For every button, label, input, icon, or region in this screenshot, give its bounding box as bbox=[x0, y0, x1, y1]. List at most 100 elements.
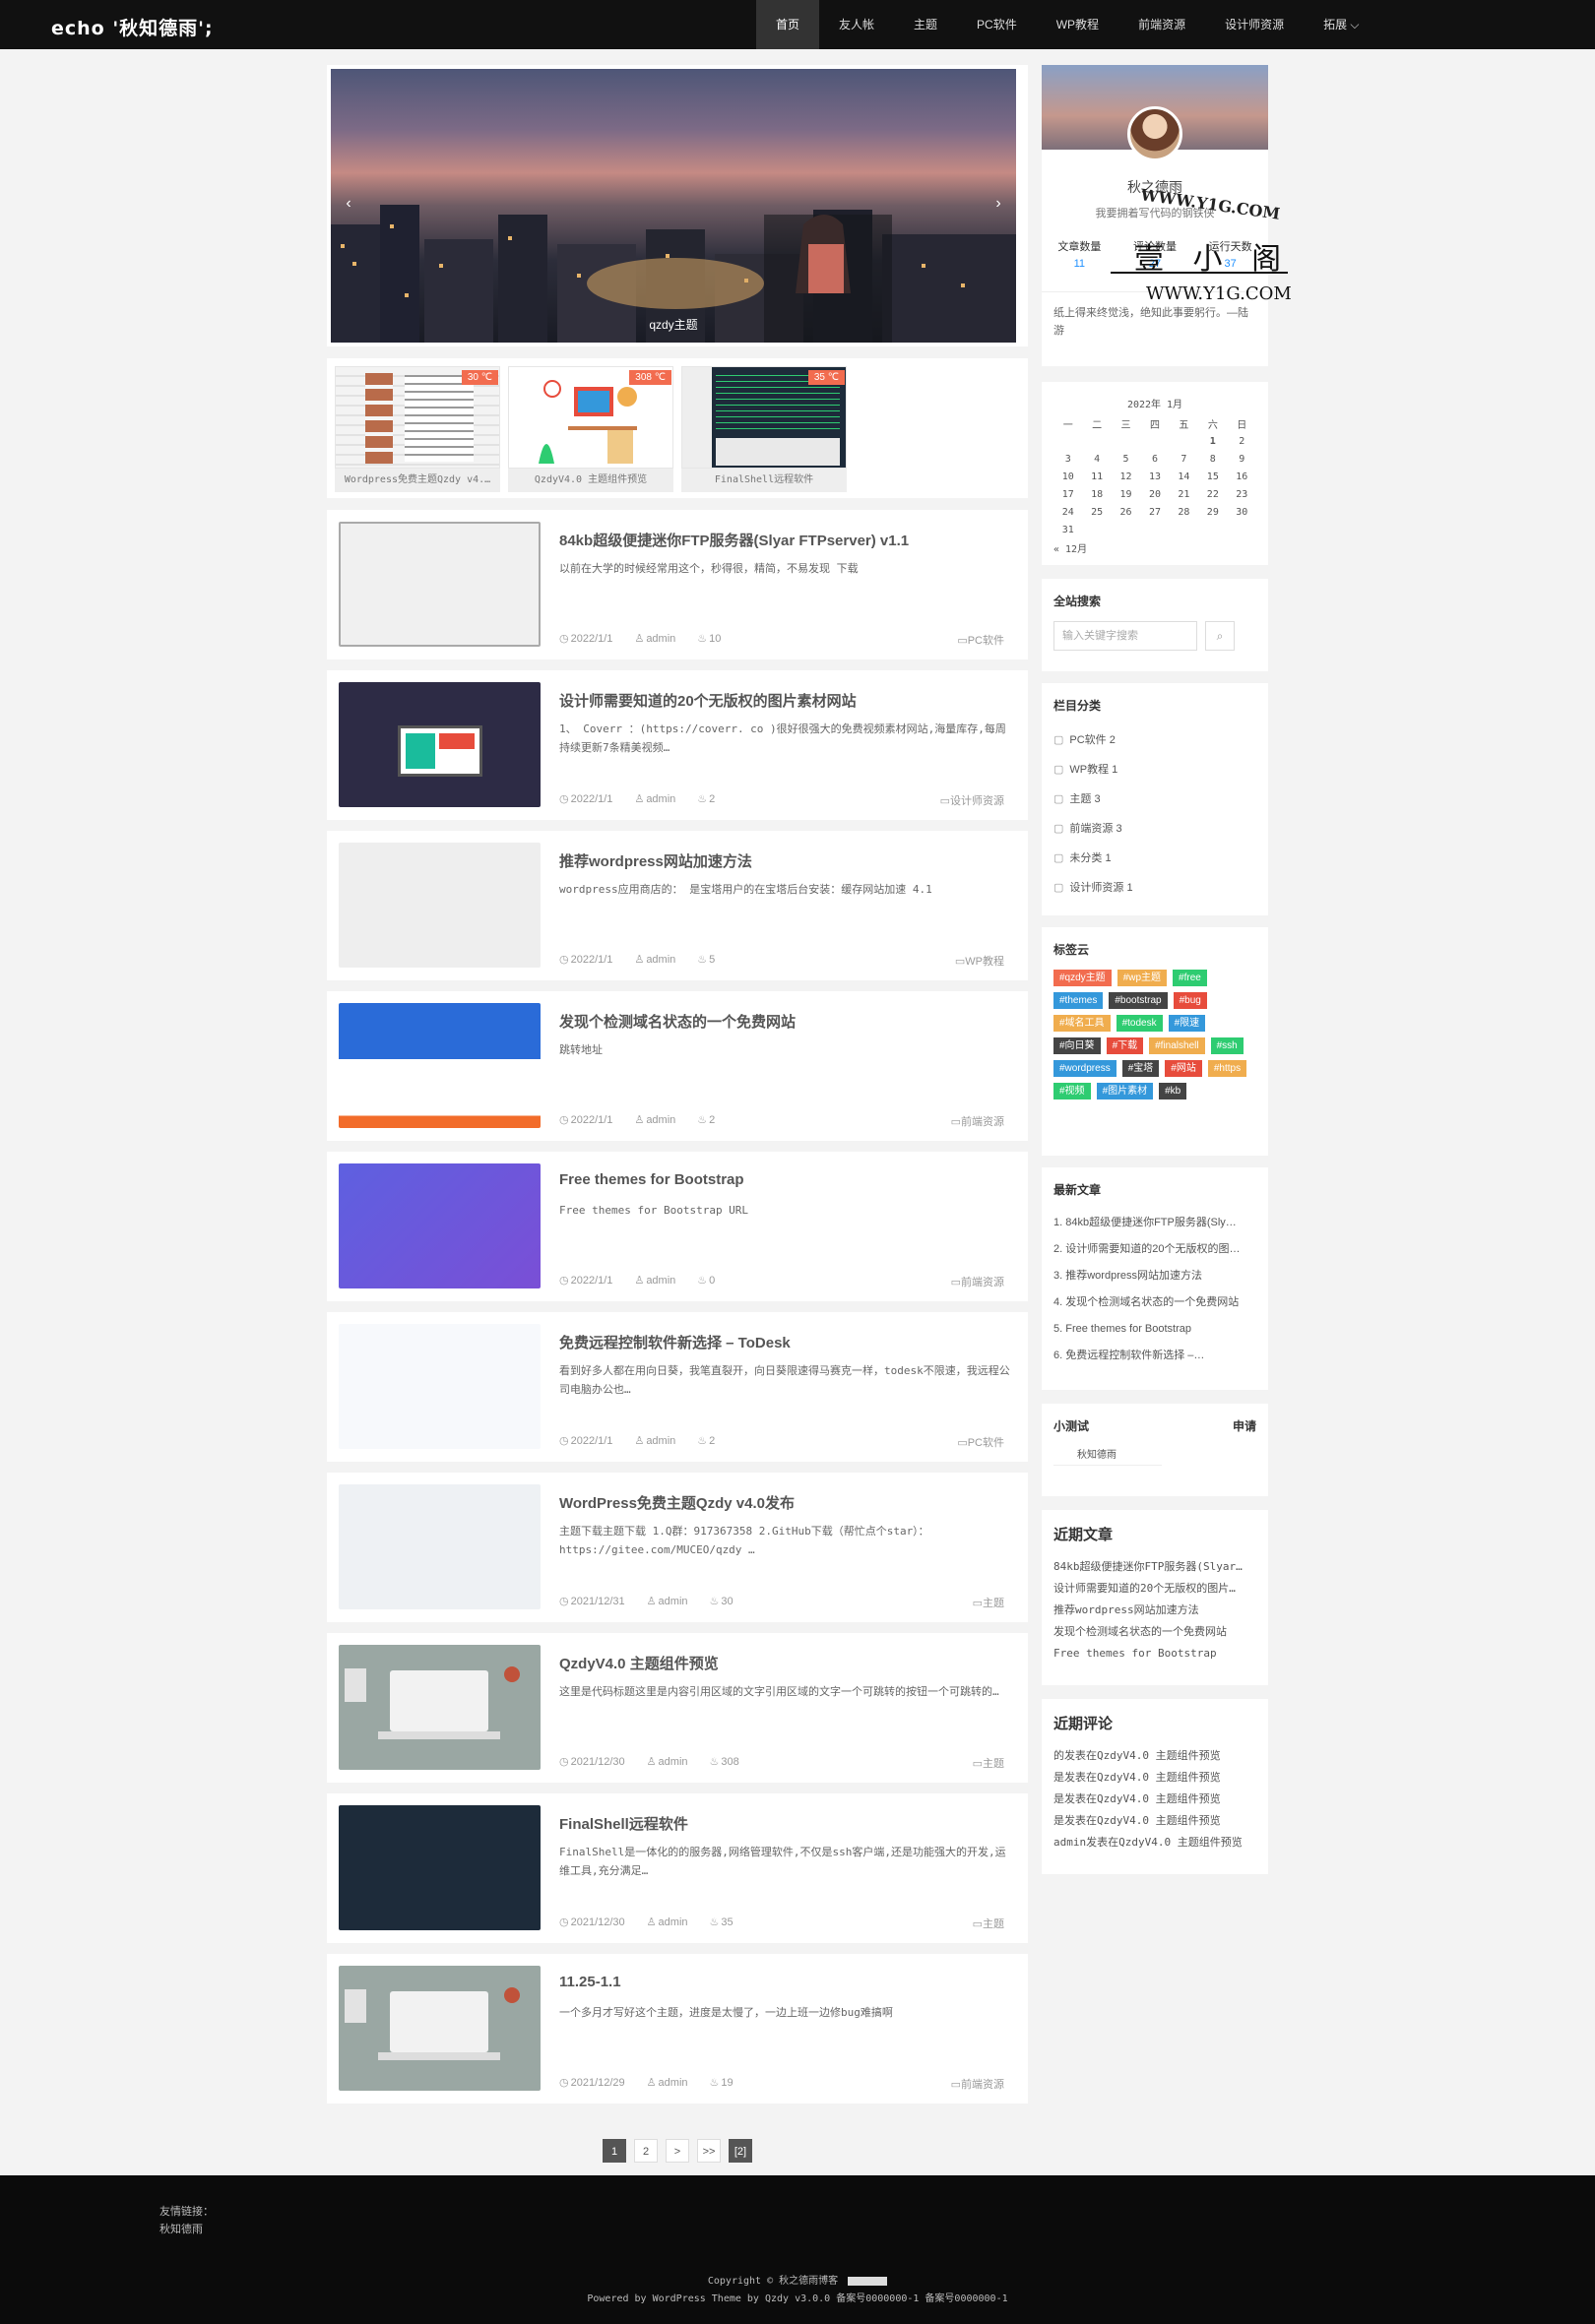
recent-comment-item[interactable]: admin发表在QzdyV4.0 主题组件预览 bbox=[1053, 1832, 1256, 1853]
post-card[interactable]: FinalShell远程软件 FinalShell是一体化的的服务器,网络管理软件… bbox=[327, 1793, 1028, 1943]
tag-chip[interactable]: #下载 bbox=[1106, 1037, 1144, 1054]
friend-link[interactable]: 秋知德雨 bbox=[160, 2221, 203, 2236]
post-title[interactable]: 免费远程控制软件新选择 – ToDesk bbox=[559, 1332, 1012, 1352]
recent-comment-item[interactable]: 是发表在QzdyV4.0 主题组件预览 bbox=[1053, 1810, 1256, 1832]
post-card[interactable]: QzdyV4.0 主题组件预览 这里是代码标题这里是内容引用区域的文字引用区域的文… bbox=[327, 1633, 1028, 1783]
recent-comment-item[interactable]: 是发表在QzdyV4.0 主题组件预览 bbox=[1053, 1789, 1256, 1810]
post-category[interactable]: ▭设计师资源 bbox=[940, 792, 1004, 808]
category-item[interactable]: ▢ PC软件 2 bbox=[1053, 725, 1256, 755]
post-title[interactable]: 推荐wordpress网站加速方法 bbox=[559, 850, 1012, 871]
latest-item[interactable]: 4. 发现个检测域名状态的一个免费网站 bbox=[1053, 1289, 1256, 1316]
nav-item-themes[interactable]: 主题 bbox=[894, 0, 957, 49]
post-card[interactable]: 免费远程控制软件新选择 – ToDesk 看到好多人都在用向日葵，我笔直裂开，向日… bbox=[327, 1312, 1028, 1462]
calendar-day[interactable]: 1 bbox=[1198, 432, 1227, 450]
post-title[interactable]: WordPress免费主题Qzdy v4.0发布 bbox=[559, 1492, 1012, 1513]
nav-item-friends[interactable]: 友人帐 bbox=[819, 0, 894, 49]
tag-chip[interactable]: #宝塔 bbox=[1121, 1060, 1160, 1077]
tag-chip[interactable]: #向日葵 bbox=[1053, 1037, 1101, 1054]
post-author[interactable]: admin bbox=[659, 1756, 688, 1768]
post-author[interactable]: admin bbox=[659, 2077, 688, 2089]
post-author[interactable]: admin bbox=[646, 633, 675, 645]
post-title[interactable]: QzdyV4.0 主题组件预览 bbox=[559, 1653, 1012, 1673]
page-1-button[interactable]: 1 bbox=[603, 2139, 626, 2163]
category-label[interactable]: 主题 3 bbox=[1069, 793, 1100, 805]
tag-chip[interactable]: #视频 bbox=[1053, 1083, 1091, 1099]
post-category-label[interactable]: PC软件 bbox=[968, 1437, 1004, 1449]
category-label[interactable]: PC软件 2 bbox=[1069, 734, 1115, 746]
post-category[interactable]: ▭前端资源 bbox=[951, 1274, 1004, 1289]
tag-chip[interactable]: #qzdy主题 bbox=[1053, 970, 1112, 986]
tag-chip[interactable]: #kb bbox=[1159, 1083, 1187, 1099]
post-thumbnail[interactable] bbox=[339, 522, 541, 647]
hero-slider[interactable]: ‹ › qzdy主题 bbox=[327, 65, 1028, 346]
post-category-label[interactable]: 前端资源 bbox=[961, 1116, 1004, 1128]
tag-chip[interactable]: #网站 bbox=[1165, 1060, 1202, 1077]
recent-post-item[interactable]: Free themes for Bootstrap bbox=[1053, 1643, 1256, 1664]
tag-chip[interactable]: #限速 bbox=[1168, 1015, 1206, 1032]
cnzz-badge[interactable] bbox=[848, 2276, 888, 2286]
post-category-label[interactable]: 主题 bbox=[983, 1918, 1004, 1930]
latest-item[interactable]: 2. 设计师需要知道的20个无版权的图… bbox=[1053, 1236, 1256, 1263]
slider-prev-button[interactable]: ‹ bbox=[337, 189, 360, 219]
post-category[interactable]: ▭PC软件 bbox=[957, 1434, 1004, 1450]
page-2-button[interactable]: 2 bbox=[634, 2139, 658, 2163]
post-category-label[interactable]: 前端资源 bbox=[961, 1277, 1004, 1288]
category-label[interactable]: 设计师资源 1 bbox=[1069, 882, 1132, 894]
category-item[interactable]: ▢ 前端资源 3 bbox=[1053, 814, 1256, 844]
recent-post-item[interactable]: 84kb超级便捷迷你FTP服务器(Slyar… bbox=[1053, 1556, 1256, 1578]
recent-comment-item[interactable]: 的发表在QzdyV4.0 主题组件预览 bbox=[1053, 1745, 1256, 1767]
post-category-label[interactable]: 主题 bbox=[983, 1598, 1004, 1609]
post-thumbnail[interactable] bbox=[339, 1484, 541, 1609]
recent-post-item[interactable]: 推荐wordpress网站加速方法 bbox=[1053, 1600, 1256, 1621]
tag-chip[interactable]: #free bbox=[1173, 970, 1207, 986]
post-thumbnail[interactable] bbox=[339, 1645, 541, 1770]
tag-chip[interactable]: #bootstrap bbox=[1109, 992, 1168, 1009]
slide-image[interactable]: ‹ › qzdy主题 bbox=[331, 69, 1016, 343]
site-logo[interactable]: echo '秋知德雨'; bbox=[51, 14, 214, 40]
post-title[interactable]: 发现个检测域名状态的一个免费网站 bbox=[559, 1011, 1012, 1032]
post-category-label[interactable]: 设计师资源 bbox=[950, 795, 1004, 807]
nav-item-home[interactable]: 首页 bbox=[756, 0, 820, 49]
post-card[interactable]: Free themes for Bootstrap Free themes for… bbox=[327, 1152, 1028, 1301]
search-button[interactable]: ⌕ bbox=[1205, 621, 1235, 651]
tag-chip[interactable]: #themes bbox=[1053, 992, 1104, 1009]
post-author[interactable]: admin bbox=[659, 1596, 688, 1607]
thumb-label[interactable]: QzdyV4.0 主题组件预览 bbox=[508, 469, 673, 492]
post-thumbnail[interactable] bbox=[339, 1003, 541, 1128]
thumb-card[interactable]: 308 ℃ QzdyV4.0 主题组件预览 bbox=[508, 366, 673, 492]
post-author[interactable]: admin bbox=[646, 1114, 675, 1126]
post-author[interactable]: admin bbox=[646, 1435, 675, 1447]
category-item[interactable]: ▢ 设计师资源 1 bbox=[1053, 873, 1256, 903]
post-card[interactable]: 设计师需要知道的20个无版权的图片素材网站 1、 Coverr ：(https:/… bbox=[327, 670, 1028, 820]
post-author[interactable]: admin bbox=[646, 1275, 675, 1287]
nav-item-more[interactable]: 拓展 ⌵ bbox=[1304, 0, 1378, 49]
post-card[interactable]: 推荐wordpress网站加速方法 wordpress应用商店的： 是宝塔用户的在… bbox=[327, 831, 1028, 980]
category-item[interactable]: ▢ WP教程 1 bbox=[1053, 755, 1256, 785]
post-category-label[interactable]: WP教程 bbox=[965, 956, 1004, 968]
category-label[interactable]: 未分类 1 bbox=[1069, 852, 1111, 864]
tag-chip[interactable]: #ssh bbox=[1210, 1037, 1244, 1054]
post-title[interactable]: FinalShell远程软件 bbox=[559, 1813, 1012, 1834]
thumb-card[interactable]: 35 ℃ FinalShell远程软件 bbox=[681, 366, 847, 492]
calendar-prev-link[interactable]: « 12月 bbox=[1053, 540, 1256, 555]
tag-chip[interactable]: #域名工具 bbox=[1053, 1015, 1111, 1032]
nav-item-designer[interactable]: 设计师资源 bbox=[1205, 0, 1304, 49]
nav-item-pc-software[interactable]: PC软件 bbox=[957, 0, 1037, 49]
latest-item[interactable]: 1. 84kb超级便捷迷你FTP服务器(Sly… bbox=[1053, 1210, 1256, 1236]
post-thumbnail[interactable] bbox=[339, 1324, 541, 1449]
tag-chip[interactable]: #bug bbox=[1173, 992, 1207, 1009]
post-thumbnail[interactable] bbox=[339, 843, 541, 968]
post-thumbnail[interactable] bbox=[339, 1966, 541, 2091]
post-category-label[interactable]: PC软件 bbox=[968, 635, 1004, 647]
post-category[interactable]: ▭主题 bbox=[973, 1595, 1004, 1610]
tag-chip[interactable]: #https bbox=[1207, 1060, 1247, 1077]
post-thumbnail[interactable] bbox=[339, 1805, 541, 1930]
tag-chip[interactable]: #wordpress bbox=[1053, 1060, 1116, 1077]
tag-chip[interactable]: #todesk bbox=[1116, 1015, 1163, 1032]
tag-chip[interactable]: #wp主题 bbox=[1116, 970, 1168, 986]
search-input[interactable]: 输入关键字搜索 bbox=[1053, 621, 1197, 651]
tag-chip[interactable]: #图片素材 bbox=[1096, 1083, 1154, 1099]
post-title[interactable]: 84kb超级便捷迷你FTP服务器(Slyar FTPserver) v1.1 bbox=[559, 530, 1012, 550]
nav-item-wp-tutorial[interactable]: WP教程 bbox=[1037, 0, 1118, 49]
latest-item[interactable]: 5. Free themes for Bootstrap bbox=[1053, 1316, 1256, 1343]
